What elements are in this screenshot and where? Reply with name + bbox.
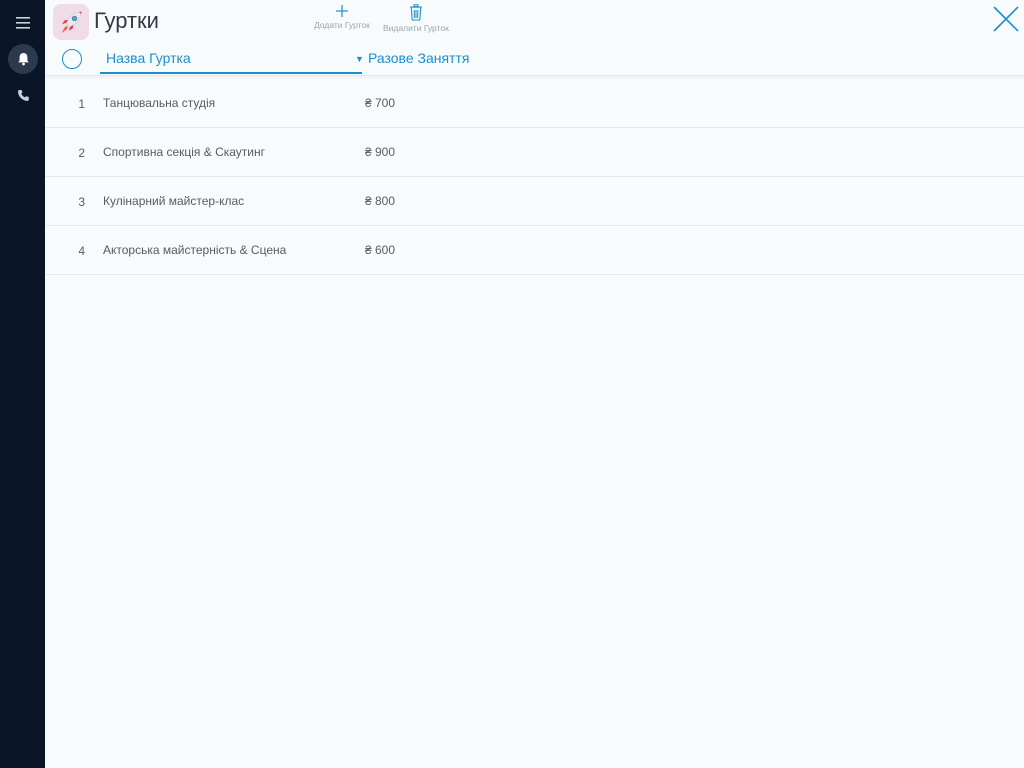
page-title: Гуртки bbox=[94, 8, 159, 33]
table-row[interactable]: 2 Спортивна секція & Скаутинг ₴ 900 bbox=[45, 128, 1024, 177]
column-price-header[interactable]: Разове Заняття bbox=[368, 50, 469, 66]
menu-button[interactable] bbox=[8, 8, 38, 38]
row-number: 2 bbox=[78, 146, 85, 160]
close-icon bbox=[993, 6, 1019, 32]
delete-club-label: Видалити Гурток bbox=[383, 23, 449, 33]
rocket-icon bbox=[61, 11, 82, 33]
contacts-button[interactable] bbox=[8, 80, 38, 110]
column-name-label: Назва Гуртка bbox=[106, 50, 191, 66]
table-header: Назва Гуртка ▼ Разове Заняття bbox=[45, 42, 1024, 76]
notifications-button[interactable] bbox=[8, 44, 38, 74]
table-row[interactable]: 4 Акторська майстерність & Сцена ₴ 600 bbox=[45, 226, 1024, 275]
club-price: ₴ 700 bbox=[365, 96, 396, 110]
club-name: Спортивна секція & Скаутинг bbox=[103, 145, 266, 159]
table-body: 1 Танцювальна студія ₴ 700 2 Спортивна с… bbox=[45, 79, 1024, 275]
club-name: Танцювальна студія bbox=[103, 96, 216, 110]
close-button[interactable] bbox=[991, 4, 1021, 34]
column-name-header[interactable]: Назва Гуртка bbox=[100, 42, 362, 74]
trash-icon bbox=[409, 4, 422, 21]
club-name: Акторська майстерність & Сцена bbox=[103, 243, 287, 257]
club-price: ₴ 600 bbox=[365, 243, 396, 257]
sidebar bbox=[0, 0, 45, 768]
main-panel: Гуртки Додати Гурток Видалити Гурток Наз… bbox=[45, 0, 1024, 768]
row-number: 4 bbox=[78, 244, 85, 258]
row-number: 1 bbox=[78, 97, 85, 111]
table-row[interactable]: 1 Танцювальна студія ₴ 700 bbox=[45, 79, 1024, 128]
club-name: Кулінарний майстер-клас bbox=[103, 194, 245, 208]
app-logo bbox=[53, 4, 89, 40]
club-price: ₴ 800 bbox=[365, 194, 396, 208]
add-club-button[interactable]: Додати Гурток bbox=[314, 4, 370, 36]
menu-icon bbox=[16, 17, 30, 29]
bell-icon bbox=[17, 53, 29, 66]
phone-icon bbox=[17, 89, 29, 101]
club-price: ₴ 900 bbox=[365, 145, 396, 159]
sort-arrow-icon[interactable]: ▼ bbox=[355, 54, 364, 64]
plus-icon bbox=[335, 5, 348, 17]
row-number: 3 bbox=[78, 195, 85, 209]
select-all-checkbox[interactable] bbox=[62, 49, 82, 69]
add-club-label: Додати Гурток bbox=[314, 20, 370, 30]
table-row[interactable]: 3 Кулінарний майстер-клас ₴ 800 bbox=[45, 177, 1024, 226]
delete-club-button[interactable]: Видалити Гурток bbox=[383, 4, 449, 36]
